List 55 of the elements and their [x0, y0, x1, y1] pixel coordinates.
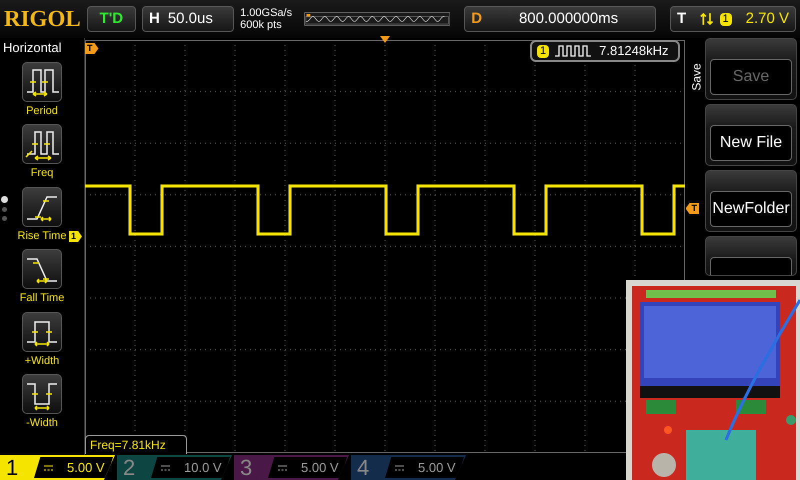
softkey-button[interactable]: NewFolder	[705, 170, 797, 232]
button-label: Rise Time	[18, 228, 66, 244]
measurement-value: 7.81248kHz	[599, 42, 669, 60]
channel-scale: 5.00 V	[418, 458, 456, 477]
button-label: -Width	[26, 416, 58, 431]
trigger-label: T	[677, 8, 686, 29]
pwidth-button[interactable]	[22, 312, 62, 352]
trigger-edge-icon	[700, 11, 714, 27]
freq-button[interactable]	[22, 124, 62, 164]
trigger-source: 1	[720, 12, 732, 26]
channel-scale-box[interactable]: 5.00 V	[22, 455, 115, 480]
delay-box[interactable]: D 800.000000ms	[464, 6, 656, 32]
rise-button[interactable]	[22, 186, 62, 226]
menu-title: Save	[688, 63, 705, 91]
dc-coupling-icon	[278, 464, 287, 470]
button-label: +Width	[24, 354, 60, 368]
softkey-button[interactable]: New File	[705, 104, 797, 166]
trigger-box[interactable]: T 1 2.70 V	[670, 6, 796, 32]
sample-rate: 1.00GSa/s	[240, 7, 292, 19]
button-label: Freq	[30, 166, 54, 181]
channel-scale: 5.00 V	[301, 458, 339, 477]
trigger-point-icon	[380, 36, 390, 43]
measurement-box[interactable]: 1 7.81248kHz	[530, 40, 680, 62]
button-label: Fall Time	[20, 291, 64, 306]
brand-logo: RIGOL	[4, 6, 81, 32]
channel-badge: 1	[537, 44, 550, 58]
trigger-level-marker[interactable]: T	[686, 203, 699, 214]
frequency-readout: Freq=7.81kHz	[85, 435, 187, 454]
timebase-value: 50.0us	[168, 8, 213, 29]
softkey-button[interactable]	[705, 236, 797, 276]
timebase-label: H	[148, 8, 160, 29]
channel-marker[interactable]: 1	[69, 231, 82, 242]
nwidth-button[interactable]	[22, 374, 62, 414]
delay-value: 800.000000ms	[518, 8, 620, 29]
page-dot[interactable]	[2, 216, 7, 221]
menu-title: Horizontal	[2, 39, 63, 57]
delay-label: D	[471, 8, 482, 29]
dc-coupling-icon	[395, 464, 404, 470]
button-label: Period	[26, 104, 58, 118]
period-button[interactable]	[22, 62, 62, 102]
channel-scale-box[interactable]: 10.0 V	[139, 455, 232, 480]
channel-scale-box[interactable]: 5.00 V	[373, 455, 466, 480]
fall-button[interactable]	[22, 249, 62, 289]
timebase-box[interactable]: H 50.0us	[142, 6, 234, 32]
dc-coupling-icon	[44, 464, 53, 470]
page-dot[interactable]	[2, 207, 7, 212]
channel-scale: 5.00 V	[67, 458, 105, 477]
dc-coupling-icon	[161, 464, 170, 470]
trigger-position-marker[interactable]: T	[85, 43, 98, 54]
memory-depth: 600k pts	[240, 19, 283, 31]
trigger-level: 2.70 V	[746, 8, 789, 29]
channel-scale: 10.0 V	[184, 458, 222, 477]
page-dot[interactable]	[1, 196, 8, 203]
run-status[interactable]: T'D	[86, 6, 136, 32]
channel-scale-box[interactable]: 5.00 V	[256, 455, 349, 480]
